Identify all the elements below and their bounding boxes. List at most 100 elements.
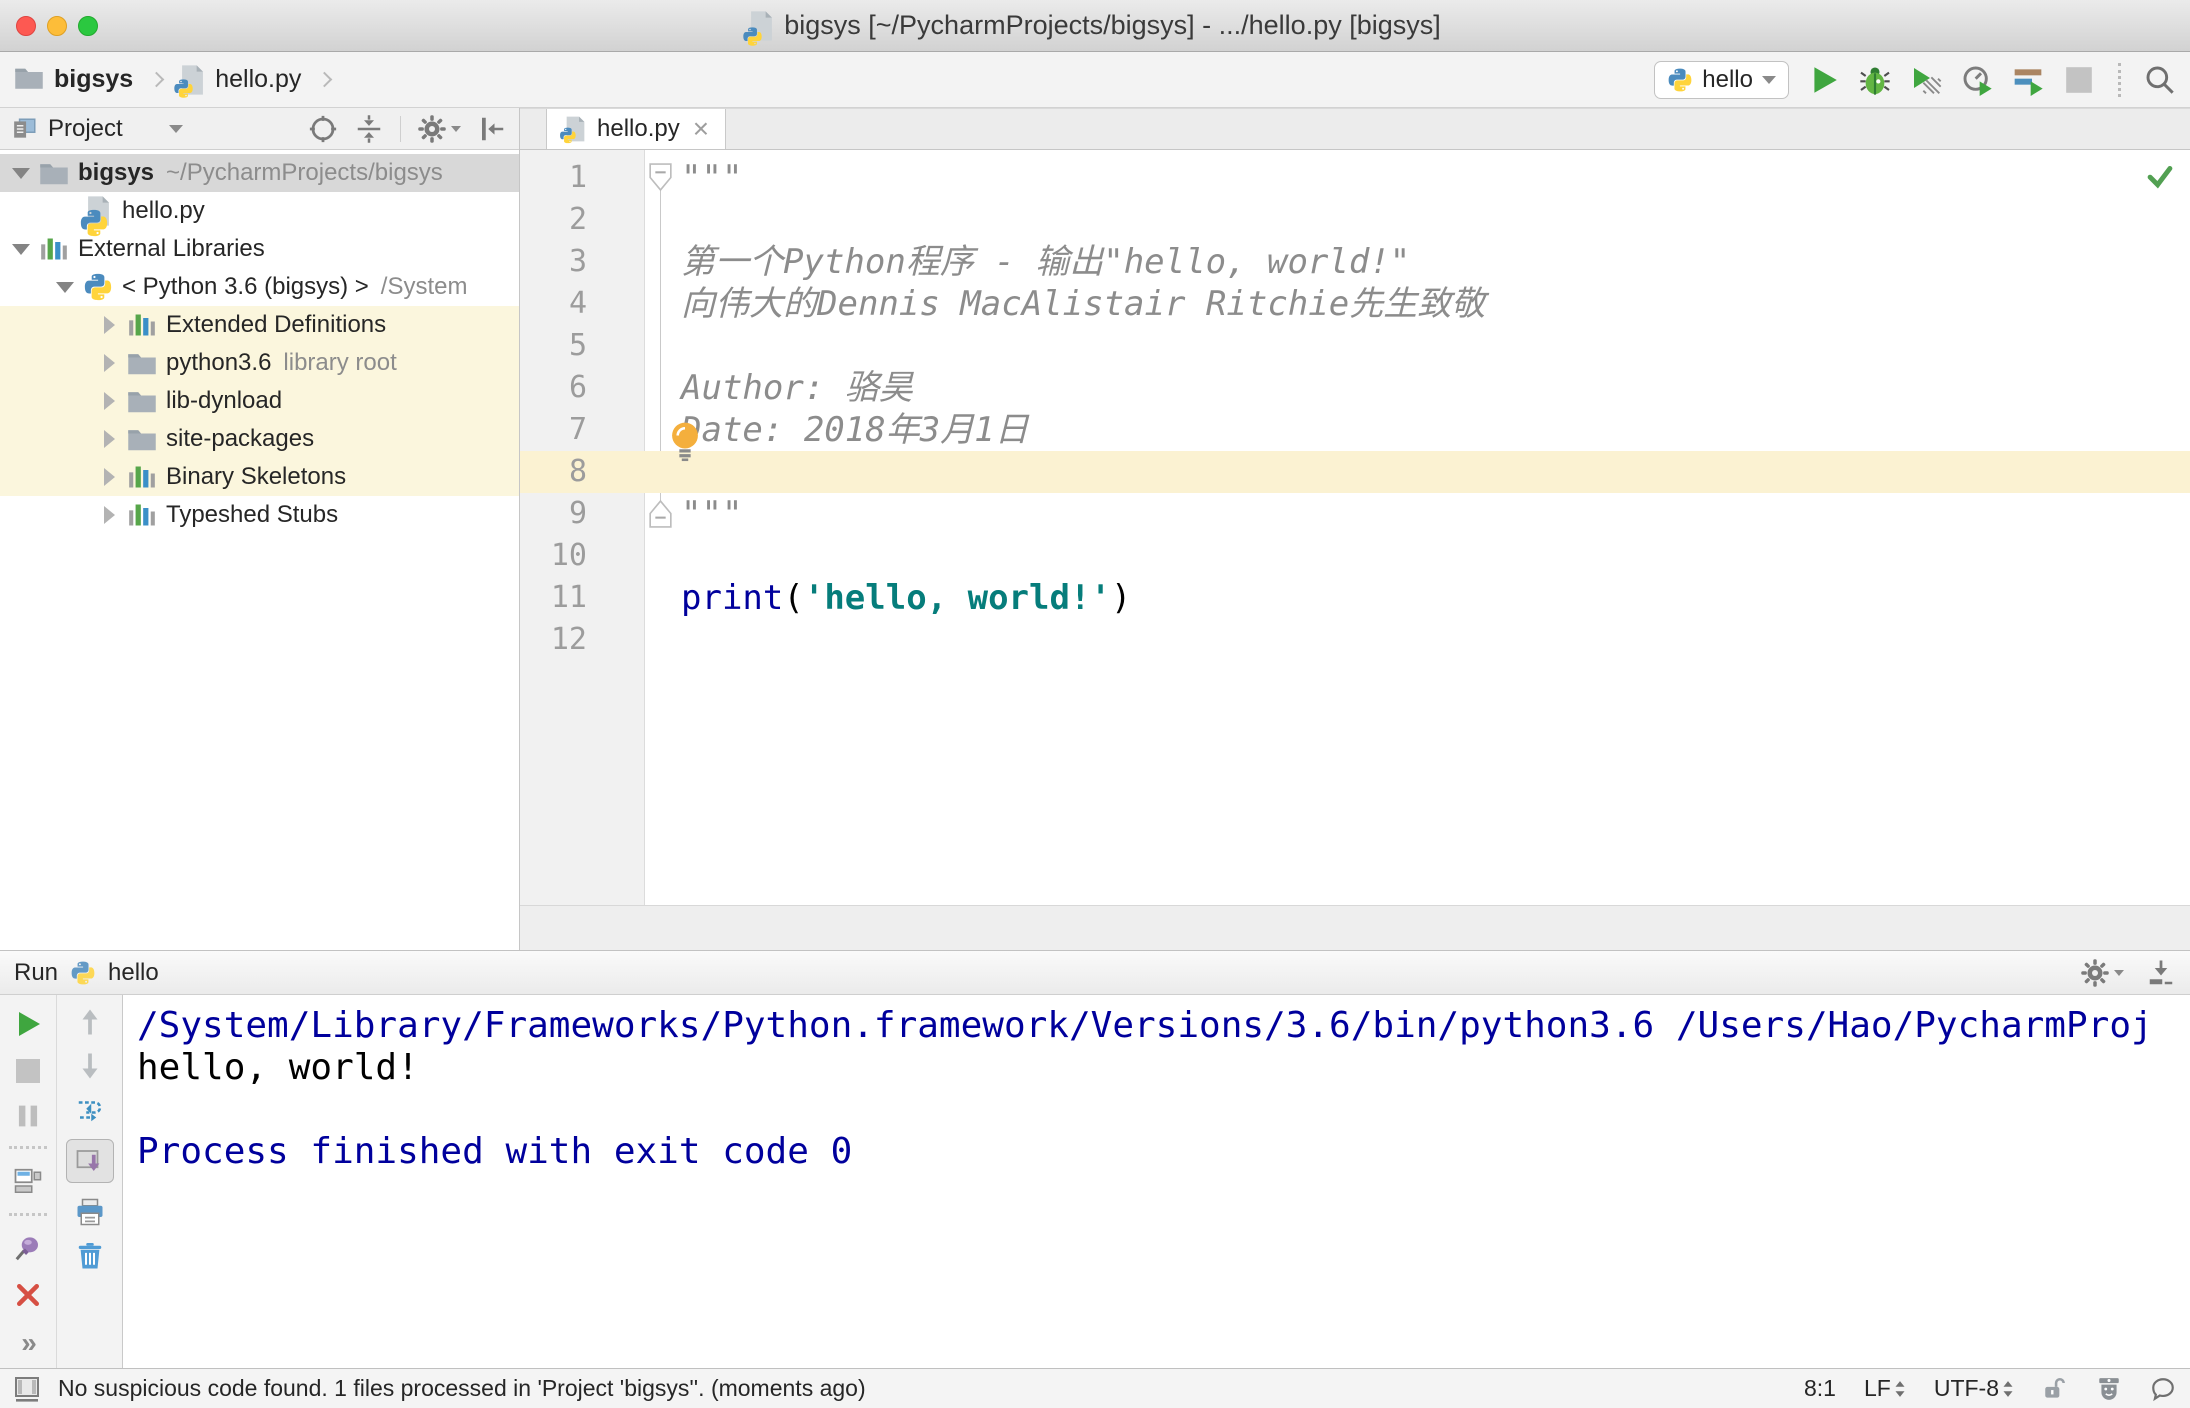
run-toolbar-left: » (0, 995, 57, 1368)
tree-item-binary-skeletons[interactable]: Binary Skeletons (0, 458, 519, 496)
more-actions-icon[interactable]: » (21, 1327, 37, 1359)
tree-item-extended-definitions[interactable]: Extended Definitions (0, 306, 519, 344)
editor-hscrollbar-track[interactable] (520, 905, 2190, 950)
fold-start-marker-icon[interactable] (645, 157, 681, 199)
line-number[interactable]: 6 (520, 367, 645, 409)
close-console-button[interactable] (13, 1280, 43, 1310)
event-log-bubble-icon[interactable] (2150, 1376, 2176, 1402)
tree-item-python-3-6-bigsys[interactable]: < Python 3.6 (bigsys) > /System (0, 268, 519, 306)
close-window-button[interactable] (16, 16, 36, 36)
console-settings-button[interactable] (2080, 958, 2124, 988)
code-line-8[interactable]: 8 (520, 451, 2190, 493)
chevron-down-icon[interactable] (168, 124, 183, 133)
concurrency-diagram-button[interactable] (2012, 64, 2044, 96)
run-configuration-select[interactable]: hello (1654, 60, 1789, 99)
tree-expand-arrow-icon[interactable] (94, 392, 124, 410)
tree-item-hello-py[interactable]: hello.py (0, 192, 519, 237)
tree-item-typeshed-stubs[interactable]: Typeshed Stubs (0, 496, 519, 534)
code-line-10[interactable]: 10 (520, 535, 2190, 577)
print-icon[interactable] (75, 1197, 105, 1227)
profiler-button[interactable] (1961, 64, 1993, 96)
toggle-toolwindows-icon[interactable] (14, 1376, 40, 1402)
line-ending-select[interactable]: LF (1864, 1375, 1906, 1402)
code-text: print('hello, world!') (681, 578, 1132, 618)
tree-item-site-packages[interactable]: site-packages (0, 420, 519, 458)
tab-close-icon[interactable]: × (693, 115, 709, 143)
code-line-3[interactable]: 3 第一个Python程序 - 输出"hello, world!" (520, 241, 2190, 283)
tree-expand-arrow-icon[interactable] (94, 506, 124, 524)
pause-output-button (15, 1103, 41, 1129)
code-line-4[interactable]: 4 向伟大的Dennis MacAlistair Ritchie先生致敬 (520, 283, 2190, 325)
collapse-all-icon[interactable] (354, 114, 384, 144)
tree-collapse-arrow-icon[interactable] (50, 282, 80, 293)
tree-collapse-arrow-icon[interactable] (6, 244, 36, 255)
code-line-2[interactable]: 2 (520, 199, 2190, 241)
run-toolbar: hello (1654, 60, 2176, 99)
tree-collapse-arrow-icon[interactable] (6, 168, 36, 179)
line-number[interactable]: 10 (520, 535, 645, 577)
status-message[interactable]: No suspicious code found. 1 files proces… (58, 1375, 866, 1402)
unlock-icon[interactable] (2042, 1376, 2068, 1402)
tree-item-python3-6[interactable]: python3.6 library root (0, 344, 519, 382)
line-number[interactable]: 12 (520, 619, 645, 661)
run-tab-config-name[interactable]: hello (108, 959, 159, 987)
project-panel-title[interactable]: Project (48, 115, 123, 143)
tree-expand-arrow-icon[interactable] (94, 316, 124, 334)
hector-inspector-icon[interactable] (2096, 1376, 2122, 1402)
code-text: Author: 骆昊 (681, 368, 913, 408)
scroll-to-end-toggle[interactable] (65, 1139, 114, 1183)
line-number[interactable]: 2 (520, 199, 645, 241)
breadcrumb-project[interactable]: bigsys (54, 65, 133, 94)
search-everywhere-icon[interactable] (2144, 64, 2176, 96)
line-number[interactable]: 4 (520, 283, 645, 325)
tree-item-label: hello.py (122, 197, 205, 224)
zoom-window-button[interactable] (78, 16, 98, 36)
line-number[interactable]: 11 (520, 577, 645, 619)
line-number[interactable]: 8 (520, 451, 645, 493)
soft-wrap-icon[interactable] (75, 1095, 105, 1125)
line-number[interactable]: 9 (520, 493, 645, 535)
inspection-ok-icon[interactable] (2146, 162, 2174, 195)
run-with-coverage-button[interactable] (1910, 64, 1942, 96)
python-icon (82, 271, 114, 303)
encoding-select[interactable]: UTF-8 (1934, 1375, 2014, 1402)
run-toolbar-console (57, 995, 123, 1368)
rerun-button[interactable] (13, 1009, 43, 1039)
code-line-9[interactable]: 9 """ (520, 493, 2190, 535)
caret-position[interactable]: 8:1 (1804, 1375, 1836, 1402)
tree-expand-arrow-icon[interactable] (94, 430, 124, 448)
code-line-1[interactable]: 1 """ (520, 157, 2190, 199)
line-number[interactable]: 1 (520, 157, 645, 199)
tree-expand-arrow-icon[interactable] (94, 468, 124, 486)
code-line-7[interactable]: 7 Date: 2018年3月1日 (520, 409, 2190, 462)
minimize-window-button[interactable] (47, 16, 67, 36)
restore-layout-button[interactable] (13, 1166, 43, 1196)
tab-hello-py[interactable]: hello.py × (546, 109, 727, 149)
run-button[interactable] (1808, 64, 1840, 96)
hide-panel-icon[interactable] (477, 114, 507, 144)
locate-file-icon[interactable] (308, 114, 338, 144)
fold-end-marker-icon[interactable] (645, 493, 681, 535)
console-output[interactable]: /System/Library/Frameworks/Python.framew… (123, 995, 2190, 1368)
line-number[interactable]: 3 (520, 241, 645, 283)
tree-expand-arrow-icon[interactable] (94, 354, 124, 372)
pin-tab-button[interactable] (13, 1233, 43, 1263)
debug-button[interactable] (1859, 64, 1891, 96)
line-number[interactable]: 5 (520, 325, 645, 367)
tree-item-lib-dynload[interactable]: lib-dynload (0, 382, 519, 420)
code-line-6[interactable]: 6 Author: 骆昊 (520, 367, 2190, 409)
tree-item-label: bigsys (78, 159, 155, 186)
line-number[interactable]: 7 (520, 409, 645, 451)
breadcrumb-file[interactable]: hello.py (215, 65, 301, 94)
panel-settings-button[interactable] (417, 114, 461, 144)
intention-bulb-icon[interactable] (668, 421, 702, 463)
tree-item-bigsys[interactable]: bigsys ~/PycharmProjects/bigsys (0, 154, 519, 192)
code-line-5[interactable]: 5 (520, 325, 2190, 367)
run-panel-title[interactable]: Run (14, 959, 58, 987)
hide-panel-down-icon[interactable] (2146, 958, 2176, 988)
clear-console-icon[interactable] (75, 1241, 105, 1271)
code-line-12[interactable]: 12 (520, 619, 2190, 661)
code-line-11[interactable]: 11 print('hello, world!') (520, 577, 2190, 619)
code-editor[interactable]: 1 """ 2 3 第一个Python程序 - 输出"hello, world!" 4 向伟… (520, 150, 2190, 905)
